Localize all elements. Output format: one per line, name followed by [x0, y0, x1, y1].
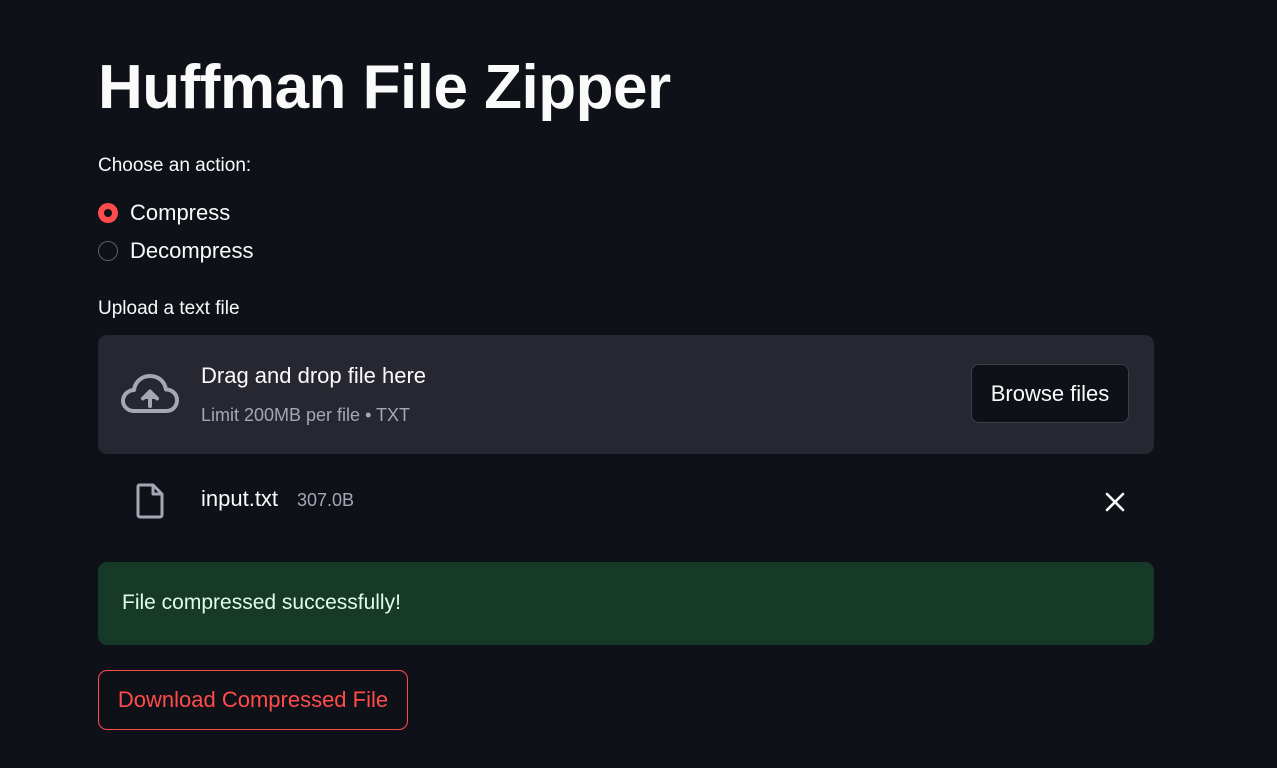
success-message: File compressed successfully! — [122, 591, 401, 614]
browse-files-button[interactable]: Browse files — [971, 364, 1129, 423]
page-title: Huffman File Zipper — [98, 53, 671, 122]
uploader-label: Upload a text file — [98, 298, 240, 319]
dropzone-title: Drag and drop file here — [201, 363, 427, 388]
radio-unselected-indicator[interactable] — [98, 241, 118, 261]
file-dropzone[interactable]: Drag and drop file here Limit 200MB per … — [98, 335, 1154, 454]
radio-option-label: Decompress — [130, 238, 254, 263]
radio-option-decompress[interactable]: Decompress — [98, 236, 253, 266]
success-alert: File compressed successfully! — [98, 562, 1154, 645]
dropzone-limit: Limit 200MB per file • TXT — [201, 405, 411, 425]
file-size: 307.0B — [297, 490, 355, 510]
action-label: Choose an action: — [98, 155, 252, 176]
radio-option-compress[interactable]: Compress — [98, 198, 253, 228]
close-icon[interactable] — [1102, 489, 1128, 515]
uploaded-file-row: input.txt 307.0B — [98, 470, 1154, 532]
cloud-upload-icon — [121, 374, 179, 413]
file-icon — [136, 483, 164, 519]
radio-selected-indicator[interactable] — [98, 203, 118, 223]
action-radio-group: Compress Decompress — [98, 198, 253, 274]
file-name: input.txt — [201, 486, 279, 511]
app-root: Huffman File Zipper Choose an action: Co… — [0, 0, 1277, 768]
radio-option-label: Compress — [130, 200, 231, 225]
download-compressed-button[interactable]: Download Compressed File — [98, 670, 408, 730]
